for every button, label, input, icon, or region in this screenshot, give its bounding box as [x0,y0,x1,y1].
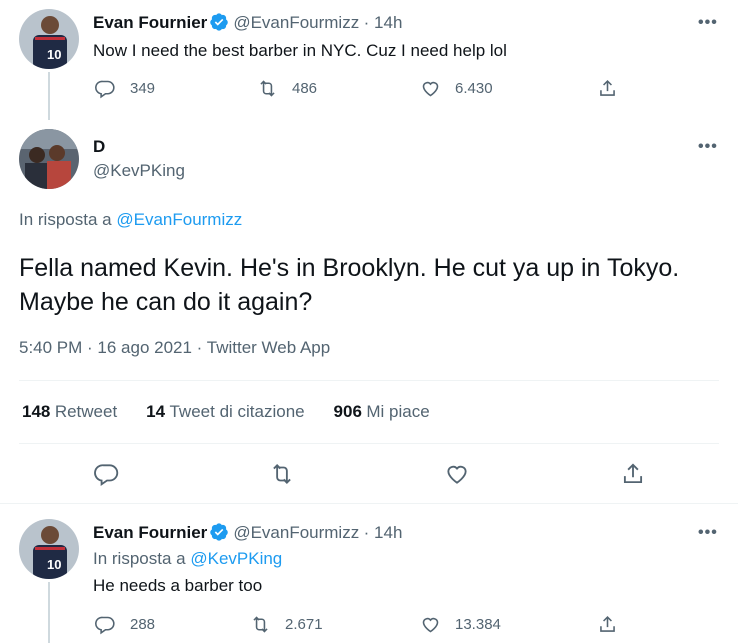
reply-icon [95,80,115,99]
reply-button[interactable] [94,461,134,487]
retweet-button[interactable] [269,461,309,487]
reply-to-link[interactable]: @KevPKing [190,549,282,568]
retweet-button[interactable]: 2.671 [250,614,323,635]
retweets-stat[interactable]: 148 Retweet [22,402,117,421]
like-count: 13.384 [455,616,501,633]
heart-icon [422,81,439,97]
divider [19,380,719,381]
share-icon [600,615,615,632]
avatar-photo-icon: 10 [19,519,79,579]
author-name[interactable]: Evan Fournier [93,523,207,542]
thread-line [48,72,50,120]
avatar[interactable]: 10 [19,9,79,69]
author-handle[interactable]: @EvanFourmizz [233,13,359,32]
avatar-photo-icon: 10 [19,9,79,69]
author-handle[interactable]: @EvanFourmizz [233,523,359,542]
retweet-icon [253,616,268,633]
avatar[interactable] [19,129,79,189]
verified-badge-icon [209,522,229,542]
tweet-time[interactable]: · 14h [364,13,403,32]
like-count: 6.430 [455,80,493,97]
reply-context: In risposta a @KevPKing [93,549,282,569]
tweet-header: Evan Fournier @EvanFourmizz · 14h [93,12,402,33]
share-button[interactable] [597,614,632,635]
divider [19,443,719,444]
share-button[interactable] [620,461,660,487]
retweet-button[interactable]: 486 [257,78,317,99]
svg-text:10: 10 [47,47,61,62]
thread-line [48,582,50,643]
retweet-icon [260,80,275,97]
retweet-count: 2.671 [285,616,323,633]
stats-row: 148 Retweet 14 Tweet di citazione 906 Mi… [22,402,430,422]
author-name[interactable]: D [93,137,105,157]
reply-button[interactable]: 349 [95,78,155,99]
share-icon [623,463,643,484]
likes-stat[interactable]: 906 Mi piace [334,402,430,421]
reply-icon [95,616,115,635]
more-options-button[interactable]: ••• [698,524,718,542]
heart-icon [422,617,439,633]
like-button[interactable]: 13.384 [420,614,501,635]
like-button[interactable]: 6.430 [420,78,493,99]
reply-prefix: In risposta a [19,210,112,229]
main-tweet-text: Fella named Kevin. He's in Brooklyn. He … [19,254,680,316]
more-options-button[interactable]: ••• [698,138,718,156]
reply-to-link[interactable]: @EvanFourmizz [116,210,242,229]
tweet-timestamp[interactable]: 5:40 PM · 16 ago 2021 · Twitter Web App [19,338,330,358]
heart-icon [447,465,467,484]
avatar[interactable]: 10 [19,519,79,579]
author-handle[interactable]: @KevPKing [93,161,185,181]
reply-icon [94,464,119,487]
like-button[interactable] [444,461,484,487]
more-options-button[interactable]: ••• [698,14,718,32]
reply-count: 349 [130,80,156,97]
quotes-stat[interactable]: 14 Tweet di citazione [146,402,305,421]
reply-count: 288 [130,616,156,633]
reply-prefix: In risposta a [93,549,186,568]
tweet-text: Now I need the best barber in NYC. Cuz I… [93,41,507,60]
divider [0,503,738,504]
tweet-header: Evan Fournier @EvanFourmizz · 14h [93,522,402,543]
svg-text:10: 10 [47,557,61,572]
share-button[interactable] [597,78,632,99]
reply-button[interactable]: 288 [95,614,155,635]
tweet-time[interactable]: · 14h [364,523,403,542]
retweet-count: 486 [292,80,318,97]
reply-context: In risposta a @EvanFourmizz [19,210,242,230]
avatar-photo-icon [19,129,79,189]
tweet-text: He needs a barber too [93,576,263,595]
author-name[interactable]: Evan Fournier [93,13,207,32]
verified-badge-icon [209,12,229,32]
retweet-icon [273,464,291,484]
share-icon [600,79,615,96]
